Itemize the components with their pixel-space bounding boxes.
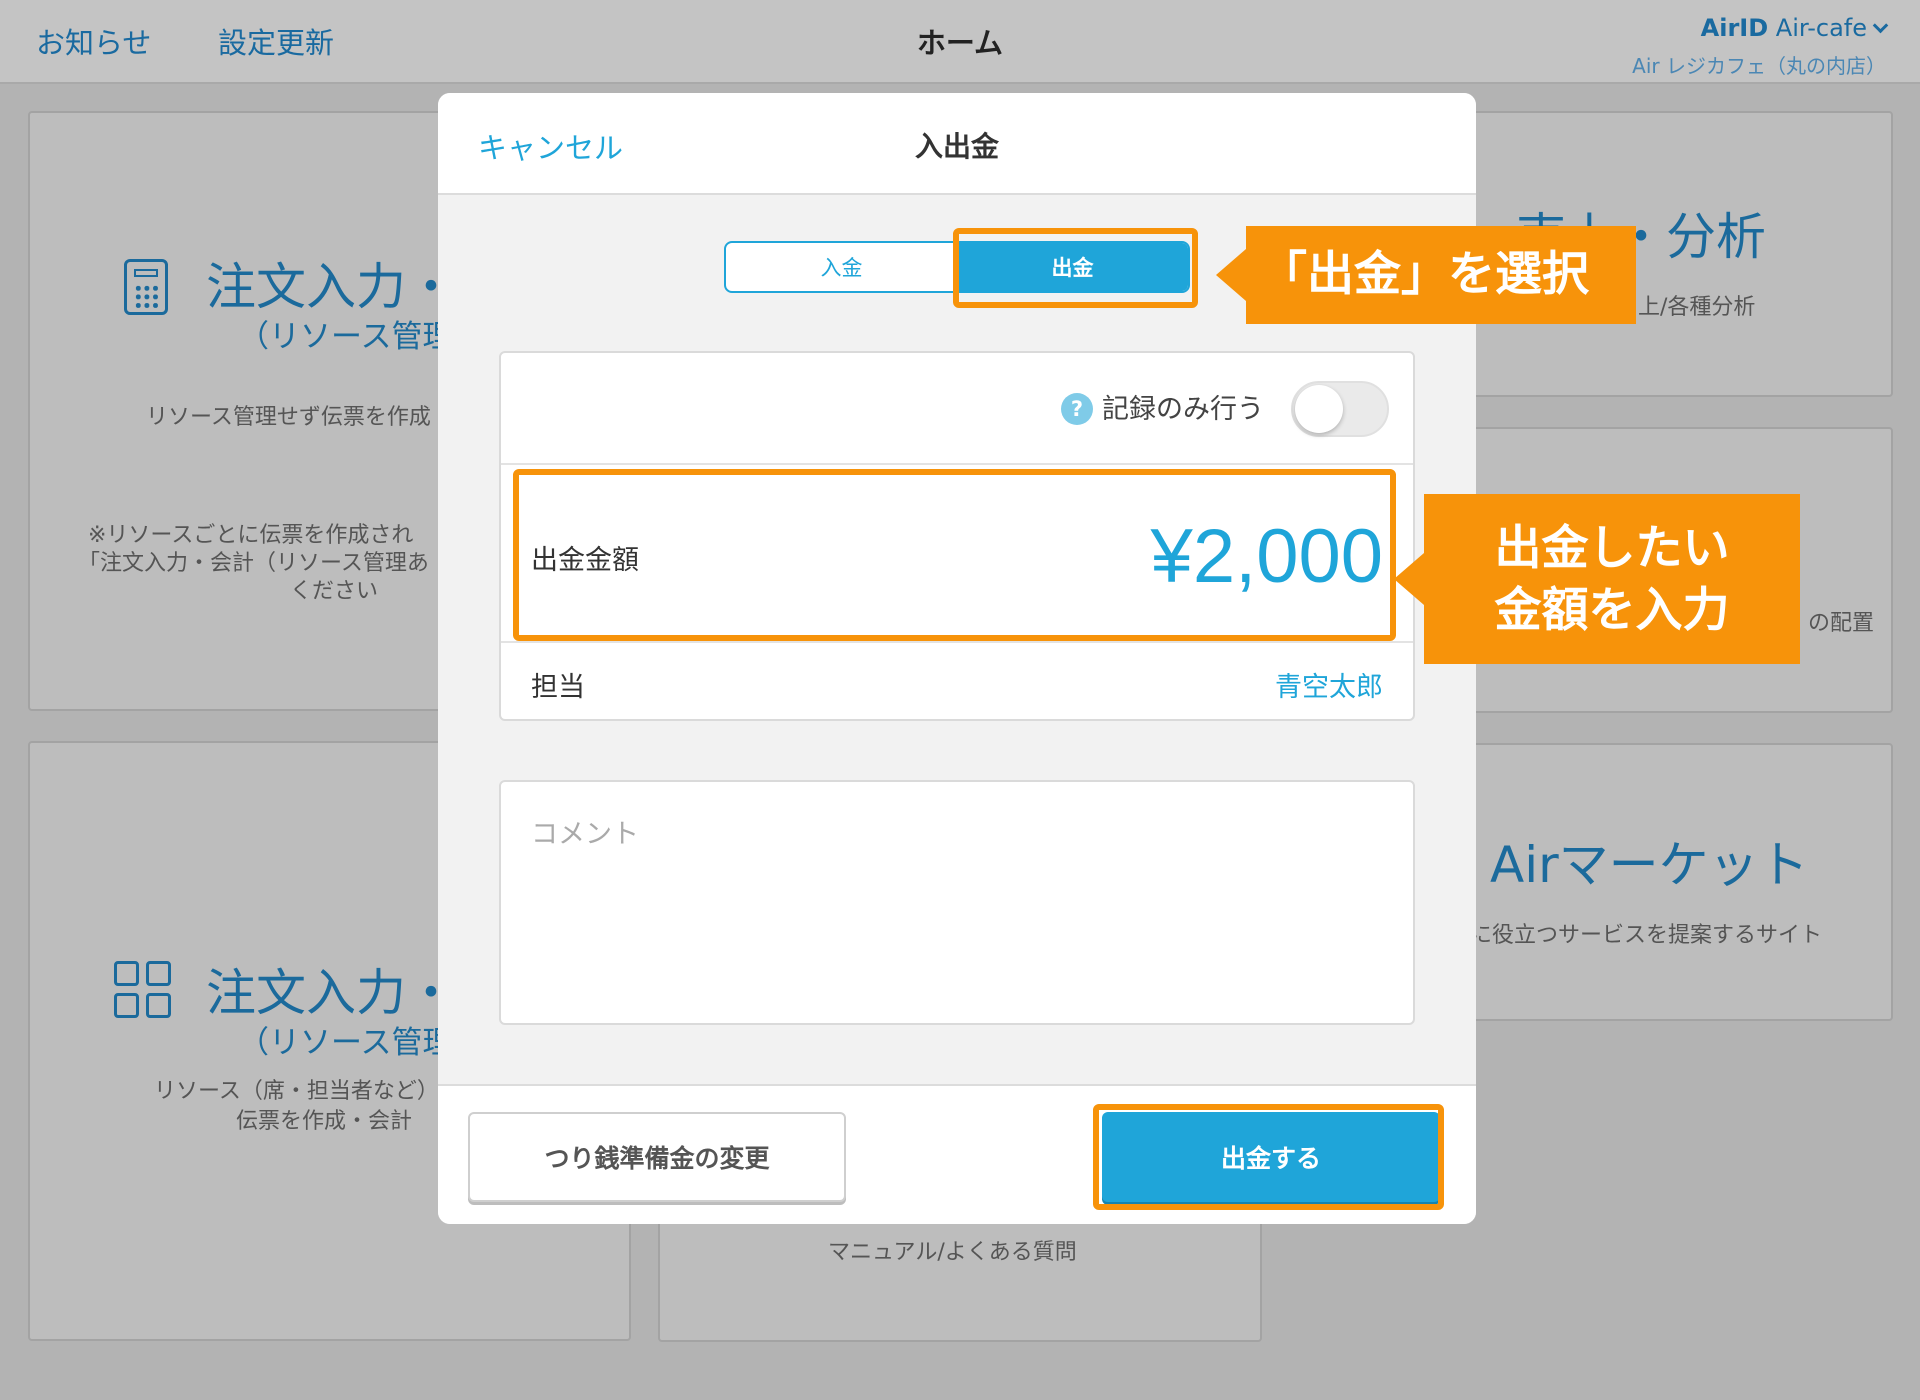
- account-id-line[interactable]: AirID Air-cafe: [1632, 14, 1889, 42]
- callout-enter-amount: 出金したい 金額を入力: [1394, 494, 1800, 664]
- callout-select-withdraw: 「出金」を選択: [1216, 226, 1636, 324]
- card-description: の配置: [1808, 611, 1875, 636]
- card-description: マニュアル/よくある質問: [828, 1240, 1077, 1265]
- change-float-reserve-button[interactable]: つり銭準備金の変更: [468, 1112, 846, 1202]
- airid-label: AirID: [1700, 14, 1769, 42]
- account-menu[interactable]: AirID Air-cafe Air レジカフェ（丸の内店）: [1632, 14, 1889, 79]
- highlight-withdraw-tab: [953, 228, 1198, 308]
- store-name: Air レジカフェ（丸の内店）: [1632, 54, 1886, 78]
- modal-header: キャンセル 入出金: [438, 93, 1476, 195]
- staff-selector[interactable]: 青空太郎: [1275, 665, 1383, 704]
- card-description-line-2: 伝票を作成・会計: [236, 1109, 413, 1134]
- comment-placeholder: コメント: [531, 819, 639, 850]
- card-description: リソース管理せず伝票を作成: [146, 405, 431, 430]
- help-icon[interactable]: ?: [1061, 393, 1093, 425]
- card-description-line-1: リソース（席・担当者など）: [154, 1079, 439, 1104]
- card-title: 注文入力・: [206, 258, 456, 316]
- card-note-line-1: ※リソースごとに伝票を作成され: [88, 523, 414, 548]
- grid-icon: [114, 961, 174, 1021]
- callout-text-line-1: 出金したい: [1494, 521, 1730, 576]
- chevron-down-icon[interactable]: [1872, 17, 1889, 34]
- card-subtitle: （リソース管理: [238, 1025, 454, 1061]
- callout-pointer: [1216, 249, 1246, 301]
- row-divider: [501, 641, 1413, 643]
- callout-pointer: [1394, 553, 1424, 605]
- top-nav-bar: お知らせ 設定更新 ホーム AirID Air-cafe Air レジカフェ（丸…: [0, 0, 1920, 84]
- card-note-line-2: 「注文入力・会計（リソース管理あ: [78, 551, 429, 576]
- card-note-line-3: ください: [290, 579, 379, 604]
- card-subtitle: （リソース管理: [238, 319, 454, 355]
- callout-text-line-2: 金額を入力: [1494, 583, 1730, 638]
- toggle-knob: [1295, 385, 1343, 433]
- highlight-amount-row: [513, 469, 1396, 641]
- highlight-withdraw-button: [1093, 1104, 1444, 1210]
- row-divider: [501, 463, 1413, 465]
- card-title: 注文入力・: [206, 964, 456, 1022]
- card-title: Airマーケット: [1490, 836, 1809, 894]
- comment-field[interactable]: コメント: [499, 780, 1415, 1025]
- staff-label: 担当: [531, 672, 585, 703]
- record-only-label: 記録のみ行う: [1102, 394, 1264, 425]
- modal-title: 入出金: [914, 130, 999, 163]
- tab-deposit[interactable]: 入金: [726, 243, 957, 291]
- card-description: 上/各種分析: [1638, 295, 1756, 320]
- card-description: に役立つサービスを提案するサイト: [1470, 923, 1823, 948]
- account-name: Air-cafe: [1775, 14, 1867, 42]
- calculator-icon: [124, 259, 168, 315]
- record-only-toggle[interactable]: [1291, 381, 1389, 437]
- callout-text: 「出金」を選択: [1260, 247, 1589, 302]
